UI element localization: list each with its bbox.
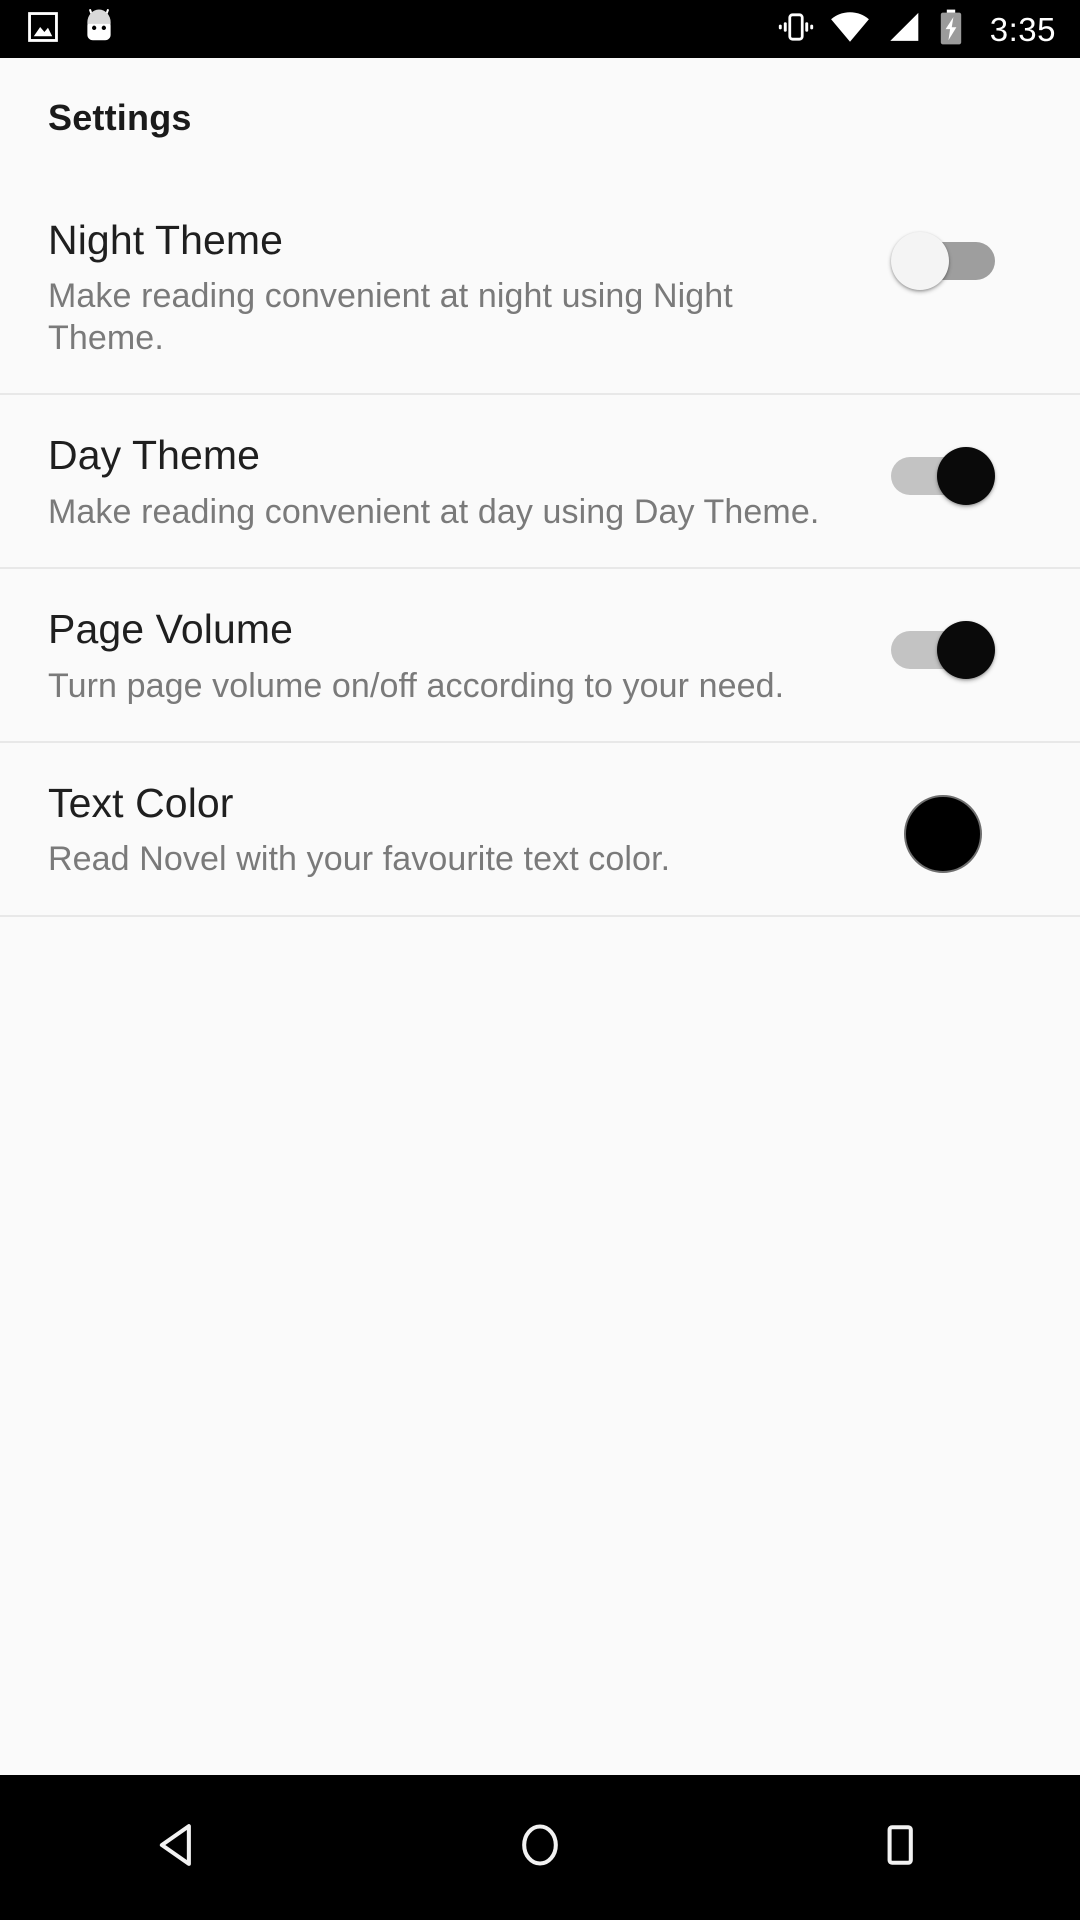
android-navigation-bar [0, 1775, 1080, 1920]
settings-row-control [868, 779, 1018, 873]
settings-row-title: Day Theme [48, 432, 261, 479]
wifi-icon [830, 11, 870, 48]
back-icon [153, 1818, 207, 1877]
recents-icon [873, 1818, 927, 1877]
nav-back-button[interactable] [0, 1775, 360, 1920]
settings-row-text: Page Volume Turn page volume on/off acco… [48, 605, 868, 707]
settings-row-control [868, 431, 1018, 506]
settings-row-title: Text Color [48, 780, 234, 826]
status-bar: 3:35 [0, 0, 1080, 58]
vibrate-icon [778, 10, 814, 49]
page-title: Settings [48, 97, 192, 138]
settings-row-night-theme[interactable]: Night Theme Make reading convenient at n… [0, 180, 1080, 396]
settings-row-control [868, 605, 1018, 680]
day-theme-switch[interactable] [891, 447, 995, 506]
settings-row-description: Turn page volume on/off according to you… [48, 666, 785, 705]
settings-row-control [868, 216, 1018, 290]
home-icon [513, 1818, 567, 1877]
settings-row-description: Make reading convenient at night using N… [48, 277, 733, 357]
page-volume-switch[interactable] [891, 621, 995, 680]
android-head-icon [82, 8, 116, 50]
switch-thumb [937, 447, 995, 506]
cellular-signal-icon [886, 11, 922, 48]
switch-thumb [937, 621, 995, 680]
nav-home-button[interactable] [360, 1775, 720, 1920]
settings-list: Night Theme Make reading convenient at n… [0, 180, 1080, 917]
battery-charging-icon [938, 9, 964, 50]
settings-row-description: Make reading convenient at day using Day… [48, 492, 820, 531]
settings-row-text: Day Theme Make reading convenient at day… [48, 431, 868, 533]
settings-row-title: Night Theme [48, 217, 284, 263]
settings-row-text-color[interactable]: Text Color Read Novel with your favourit… [0, 743, 1080, 917]
settings-row-text: Text Color Read Novel with your favourit… [48, 779, 868, 881]
settings-row-day-theme[interactable]: Day Theme Make reading convenient at day… [0, 395, 1080, 570]
status-bar-system-icons: 3:35 [778, 9, 1056, 50]
settings-row-title: Page Volume [48, 606, 293, 653]
nav-recents-button[interactable] [720, 1775, 1080, 1920]
phone-screen: 3:35 Settings Night Theme Make reading c… [0, 0, 1080, 1920]
settings-row-page-volume[interactable]: Page Volume Turn page volume on/off acco… [0, 569, 1080, 743]
status-bar-clock: 3:35 [989, 10, 1056, 48]
gallery-icon [26, 10, 60, 49]
settings-row-text: Night Theme Make reading convenient at n… [48, 216, 868, 359]
text-color-swatch[interactable] [904, 795, 982, 873]
night-theme-switch[interactable] [891, 232, 995, 290]
settings-row-description: Read Novel with your favourite text colo… [48, 840, 671, 879]
status-bar-notifications [26, 8, 116, 50]
switch-thumb [891, 232, 949, 290]
